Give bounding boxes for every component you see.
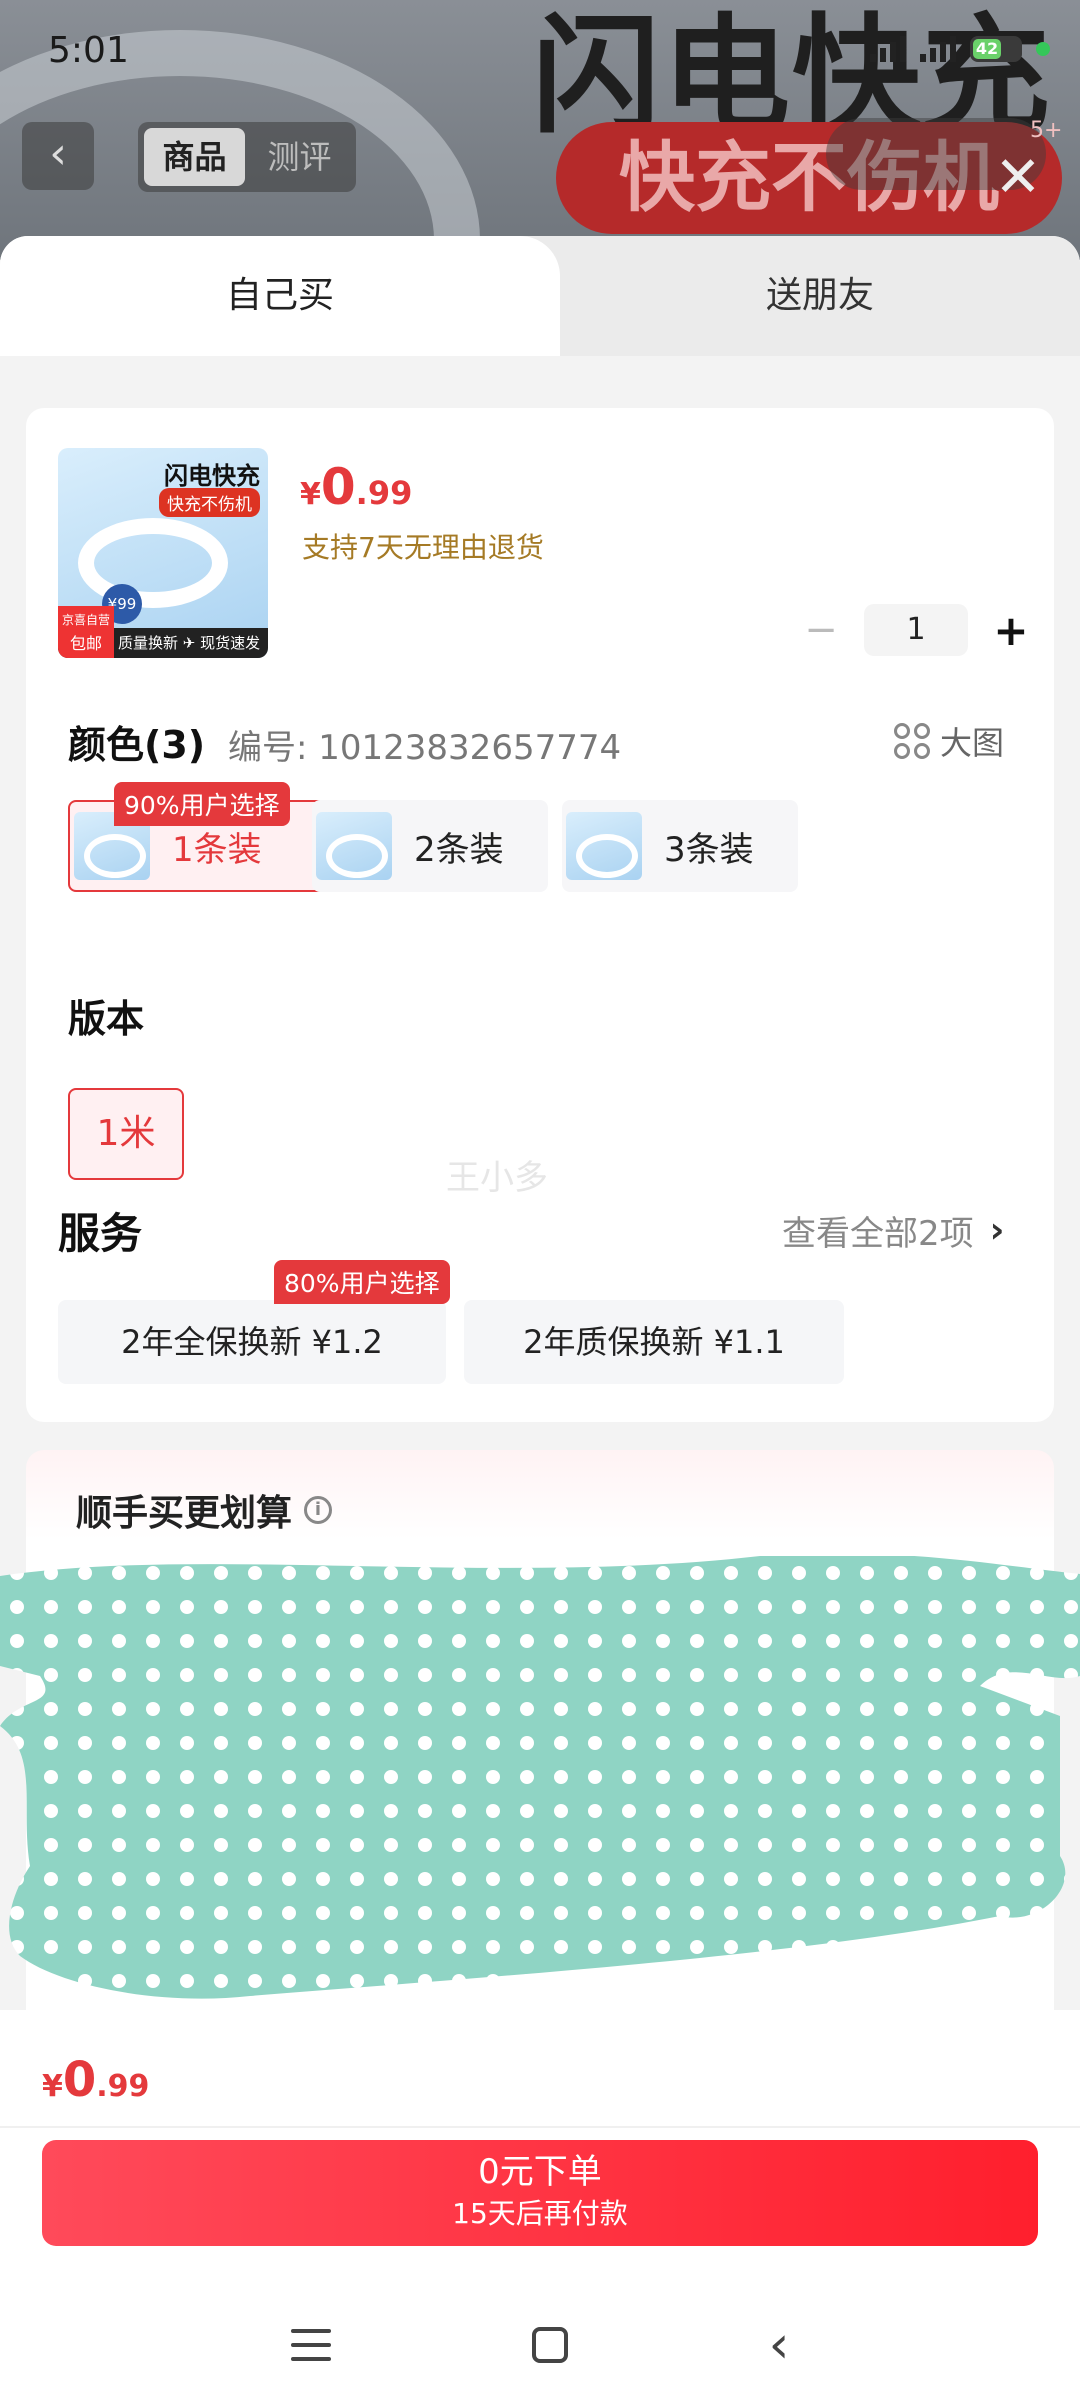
product-thumbnail[interactable]: 闪电快充 快充不伤机 ¥99 质量换新 ✈ 现货速发 京喜自营 包邮: [58, 448, 268, 658]
recent-apps-icon[interactable]: [290, 2329, 331, 2361]
buy-mode-tabs: 自己买 送朋友: [0, 236, 1080, 356]
total-decimal: .99: [96, 2069, 150, 2104]
bundle-title: 顺手买更划算 i: [76, 1484, 333, 1536]
redaction-scribble: [0, 1556, 1080, 1999]
service-option-full-replace[interactable]: 2年全保换新 ¥1.2: [58, 1300, 446, 1384]
zero-yuan-order-button[interactable]: 0元下单 15天后再付款: [42, 2140, 1038, 2246]
close-icon[interactable]: ✕: [990, 150, 1046, 206]
thumbnail-title: 闪电快充: [164, 462, 260, 490]
thumbnail-tag-line2: 包邮: [69, 634, 102, 653]
price-decimal: .99: [355, 474, 413, 512]
option-thumbnail: [316, 812, 392, 880]
tab-buy-self[interactable]: 自己买: [0, 236, 560, 356]
divider: [0, 2126, 1080, 2128]
option-label: 3条装: [664, 829, 754, 870]
version-option-1m[interactable]: 1米: [68, 1088, 184, 1180]
status-bar: 5:01 42: [0, 0, 1080, 100]
thumbnail-tag-line1: 京喜自营: [61, 613, 110, 627]
back-icon[interactable]: ‹: [769, 2319, 790, 2371]
status-icons: 42: [870, 36, 1050, 62]
price-integer: 0: [320, 458, 356, 516]
system-nav-bar: ‹: [0, 2290, 1080, 2400]
service-popular-badge: 80%用户选择: [274, 1260, 450, 1304]
see-all-services-link[interactable]: 查看全部2项 ›: [782, 1206, 1004, 1255]
return-policy-note: 支持7天无理由退货: [302, 531, 544, 564]
service-option-quality-replace[interactable]: 2年质保换新 ¥1.1: [464, 1300, 844, 1384]
thumbnail-subtitle: 快充不伤机: [159, 488, 260, 517]
signal-icon-2: [920, 36, 956, 62]
big-image-label: 大图: [940, 724, 1005, 762]
signal-icon: [870, 36, 906, 62]
total-currency: ¥: [42, 2069, 63, 2104]
battery-icon: 42: [970, 36, 1022, 62]
color-option-2[interactable]: 2条装: [312, 800, 548, 892]
watermark-text: 王小多: [446, 1158, 548, 1198]
cable-illustration: [78, 518, 228, 608]
big-image-button[interactable]: 大图: [894, 718, 1004, 764]
chevron-right-icon: ›: [989, 1210, 1005, 1251]
increase-quantity-button[interactable]: +: [986, 606, 1036, 655]
option-thumbnail: [566, 812, 642, 880]
color-section-label: 颜色(3): [68, 723, 206, 767]
info-icon[interactable]: i: [304, 1496, 333, 1524]
battery-level: 42: [973, 39, 1001, 59]
product-price: ¥0.99: [300, 458, 412, 516]
option-label: 2条装: [414, 829, 504, 870]
option-label: 1条装: [172, 829, 262, 870]
message-count-badge: 5+: [1030, 118, 1063, 143]
decrease-quantity-button[interactable]: −: [796, 607, 846, 653]
price-currency: ¥: [300, 477, 321, 512]
quantity-value[interactable]: 1: [864, 604, 968, 656]
thumbnail-tag: 京喜自营 包邮: [58, 606, 114, 658]
sku-code: 编号: 10123832657774: [228, 728, 622, 768]
page-tab-switch: 商品 测评: [138, 122, 356, 192]
product-top-bar: ‹ 商品 测评: [0, 118, 1080, 194]
total-integer: 0: [62, 2052, 97, 2108]
back-button[interactable]: ‹: [22, 122, 94, 190]
sku-card: 闪电快充 快充不伤机 ¥99 质量换新 ✈ 现货速发 京喜自营 包邮 ¥0.99…: [26, 408, 1054, 1422]
grid-view-icon: [894, 723, 930, 759]
version-section-label: 版本: [68, 997, 145, 1041]
bundle-title-text: 顺手买更划算: [76, 1493, 293, 1534]
total-price: ¥0.99: [42, 2052, 149, 2108]
home-icon[interactable]: [531, 2327, 568, 2363]
popular-choice-badge: 90%用户选择: [114, 782, 290, 826]
service-section-label: 服务: [58, 1209, 143, 1258]
color-option-3[interactable]: 3条装: [562, 800, 798, 892]
tab-gift-friend[interactable]: 送朋友: [560, 236, 1080, 356]
status-time: 5:01: [48, 30, 129, 71]
quantity-stepper: − 1 +: [796, 604, 1036, 656]
order-button-title: 0元下单: [478, 2152, 602, 2192]
order-button-subtitle: 15天后再付款: [452, 2197, 628, 2230]
see-all-label: 查看全部2项: [782, 1214, 974, 1254]
tab-review[interactable]: 测评: [249, 128, 350, 186]
tab-goods[interactable]: 商品: [144, 128, 245, 186]
privacy-indicator-icon: [1036, 42, 1050, 56]
